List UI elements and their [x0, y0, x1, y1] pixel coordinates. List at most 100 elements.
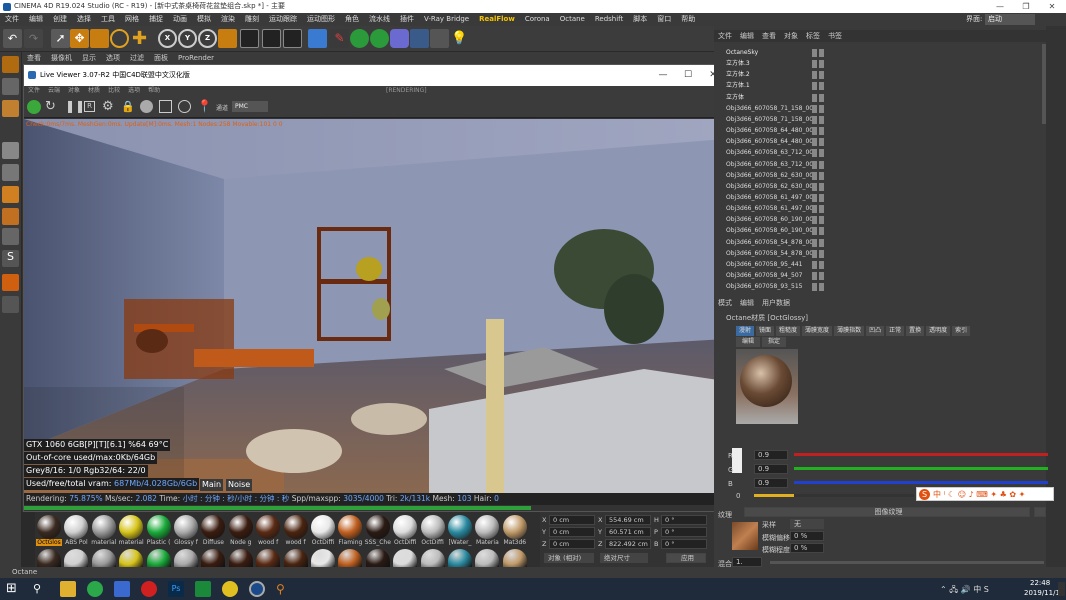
visibility-icon[interactable] [812, 60, 824, 69]
layout-select[interactable]: 启动 [985, 14, 1035, 25]
object-menu-item[interactable]: 标签 [806, 32, 820, 40]
search-app-icon[interactable]: ⚲ [276, 581, 292, 597]
menu-item[interactable]: 创建 [53, 15, 67, 23]
image-texture-button[interactable]: 图像纹理 [744, 507, 1030, 517]
visibility-icon[interactable] [812, 160, 824, 169]
pick-focus-icon[interactable] [178, 100, 191, 113]
attribute-tab[interactable]: 镜面 [756, 326, 775, 336]
visibility-icon[interactable] [812, 115, 824, 124]
list-item[interactable]: Obj3d66_607058_62_630_001 [726, 181, 816, 192]
menu-item[interactable]: RealFlow [479, 15, 515, 23]
menu-item[interactable]: 角色 [345, 15, 359, 23]
attribute-tab[interactable]: 粗糙度 [776, 326, 801, 336]
cube-icon[interactable] [308, 29, 327, 48]
list-item[interactable]: Obj3d66_607058_61_497_001 [726, 203, 816, 214]
render-settings-icon[interactable] [283, 29, 302, 48]
media-player-icon[interactable] [195, 581, 211, 597]
color-swatch[interactable] [732, 448, 742, 473]
menu-item[interactable]: 模拟 [197, 15, 211, 23]
app-blue-icon[interactable] [114, 581, 130, 597]
x-size-field[interactable]: 554.69 cm [605, 515, 651, 525]
attribute-tab[interactable]: 薄膜指数 [834, 326, 865, 336]
visibility-icon[interactable] [812, 104, 824, 113]
texture-menu-button[interactable] [1034, 507, 1046, 517]
visibility-icon[interactable] [812, 260, 824, 269]
material-swatch[interactable] [365, 515, 390, 539]
material-swatch[interactable] [174, 549, 198, 567]
menu-item[interactable]: 工具 [101, 15, 115, 23]
apply-button[interactable]: 应用 [666, 553, 706, 563]
lv-menu-item[interactable]: 材质 [88, 87, 100, 94]
grid-icon[interactable] [2, 296, 19, 313]
list-item[interactable]: Obj3d66_607058_54_878_002 [726, 237, 816, 248]
viewport-menu-item[interactable]: 面板 [154, 54, 168, 62]
list-item[interactable]: Obj3d66_607058_54_878_001 [726, 248, 816, 259]
object-menu-item[interactable]: 书签 [828, 32, 842, 40]
object-menu-item[interactable]: 对象 [784, 32, 798, 40]
visibility-icon[interactable] [812, 127, 824, 136]
material-label[interactable]: [Water_ [447, 539, 473, 546]
b-field[interactable]: 0 ° [661, 539, 707, 549]
gear-icon[interactable] [27, 100, 41, 114]
menu-item[interactable]: 文件 [5, 15, 19, 23]
photoshop-icon[interactable]: Ps [168, 581, 184, 597]
app-green-icon[interactable] [87, 581, 103, 597]
menu-item[interactable]: 编辑 [29, 15, 43, 23]
menu-item[interactable]: 运动图形 [307, 15, 335, 23]
visibility-icon[interactable] [812, 205, 824, 214]
close-button[interactable]: ✕ [1039, 0, 1065, 13]
b-value-field[interactable]: 0.9 [754, 478, 788, 488]
list-item[interactable]: Obj3d66_607058_63_712_002 [726, 147, 816, 158]
material-swatch[interactable] [201, 549, 226, 567]
viewport-menu-item[interactable]: 选项 [106, 54, 120, 62]
start-icon[interactable]: ⊞ [6, 581, 22, 597]
attribute-tab[interactable]: 正常 [886, 326, 905, 336]
axis-mode-icon[interactable] [2, 208, 19, 225]
sample-select[interactable]: 无 [790, 519, 824, 529]
lv-menu-item[interactable]: 云端 [48, 87, 60, 94]
list-item[interactable]: 立方体.1 [726, 80, 816, 91]
file-explorer-icon[interactable] [60, 581, 76, 597]
attribute-tab[interactable]: 透明度 [926, 326, 951, 336]
list-item[interactable]: Obj3d66_607058_94_507 [726, 270, 816, 281]
menu-item[interactable]: 运动跟踪 [269, 15, 297, 23]
material-label[interactable]: wood f [283, 539, 309, 546]
list-item[interactable]: Obj3d66_607058_71_158_002 [726, 103, 816, 114]
material-swatch[interactable] [475, 515, 500, 539]
y-axis-icon[interactable]: Y [178, 29, 197, 48]
material-label[interactable]: Node g [228, 539, 254, 546]
material-label[interactable]: Flaming [337, 539, 363, 546]
menu-item[interactable]: 动画 [173, 15, 187, 23]
material-label[interactable]: Diffuse [200, 539, 226, 546]
material-swatch[interactable] [502, 549, 527, 567]
scene-icon[interactable] [410, 29, 429, 48]
attribute-tab[interactable]: 漫射 [736, 326, 755, 336]
camera-icon[interactable] [430, 29, 449, 48]
visibility-icon[interactable] [812, 238, 824, 247]
restart-icon[interactable]: ↻ [45, 99, 56, 114]
material-swatch[interactable] [37, 515, 61, 539]
edges-mode-icon[interactable] [2, 164, 19, 181]
material-swatch[interactable] [365, 549, 390, 567]
viewport-menu-item[interactable]: 摄像机 [51, 54, 72, 62]
r-value-field[interactable]: 0.9 [754, 450, 788, 460]
material-label[interactable]: OctDiffi [392, 539, 418, 546]
material-label[interactable]: material [91, 539, 117, 546]
list-item[interactable]: Obj3d66_607058_60_190_002 [726, 214, 816, 225]
region-icon[interactable]: R [84, 101, 95, 112]
material-swatch[interactable] [502, 515, 527, 539]
notification-icon[interactable] [1058, 582, 1065, 596]
attribute-tab[interactable]: 置换 [906, 326, 925, 336]
maximize-button[interactable]: ❐ [1013, 0, 1039, 13]
render-view-icon[interactable] [262, 29, 281, 48]
list-item[interactable]: Obj3d66_607058_62_630_002 [726, 170, 816, 181]
material-swatch[interactable] [393, 549, 418, 567]
attribute-menu-item[interactable]: 模式 [718, 299, 732, 307]
viewport-menu-item[interactable]: 显示 [82, 54, 96, 62]
material-label[interactable]: OctGlos [36, 539, 62, 546]
material-swatch[interactable] [174, 515, 198, 539]
lock-render-icon[interactable]: 🔒 [121, 100, 135, 113]
settings-icon[interactable]: ⚙ [102, 99, 114, 114]
model-mode-icon[interactable] [2, 56, 19, 73]
object-menu-item[interactable]: 查看 [762, 32, 776, 40]
